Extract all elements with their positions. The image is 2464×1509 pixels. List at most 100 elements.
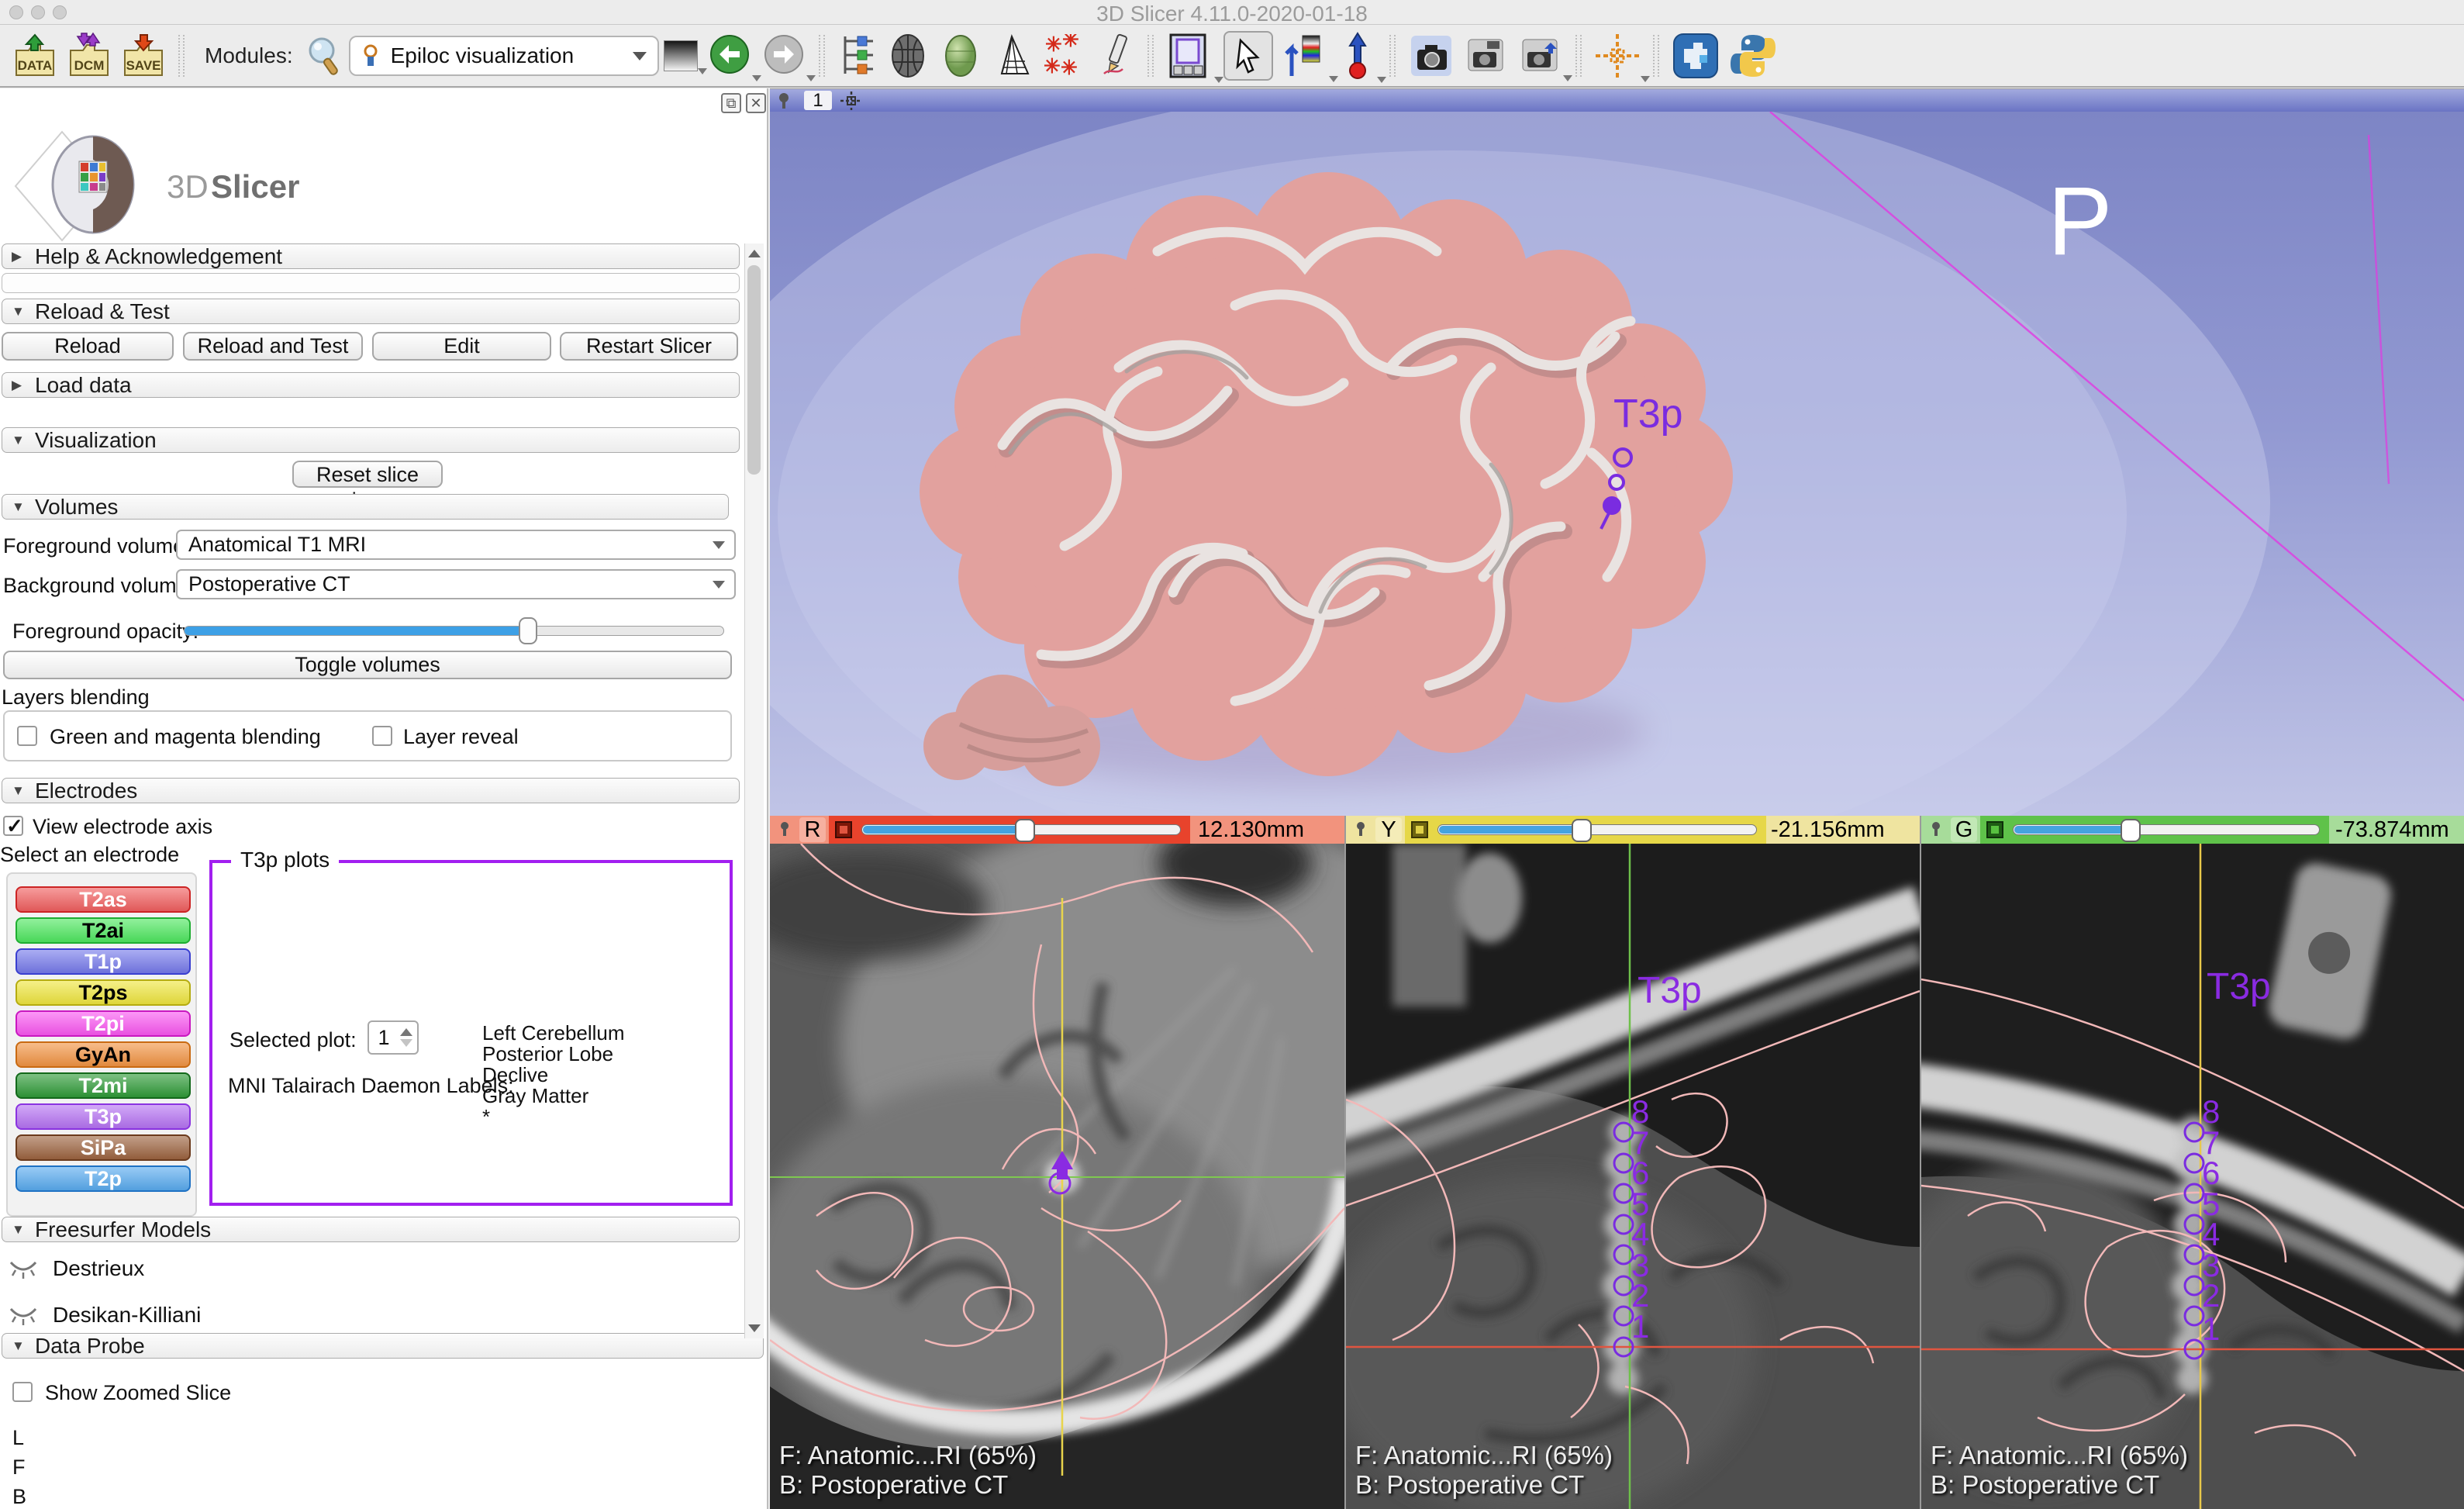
selected-plot-spinbox[interactable]: 1 [368, 1020, 419, 1055]
scroll-up-icon[interactable] [748, 250, 761, 257]
slider-handle[interactable] [2121, 819, 2141, 842]
yellow-slice-slider[interactable] [1437, 824, 1757, 835]
foreground-layer-text: F: Anatomic...RI (65%) [1355, 1441, 1613, 1470]
show-zoomed-slice-checkbox[interactable] [12, 1382, 33, 1402]
electrode-button-t2ai[interactable]: T2ai [16, 917, 191, 944]
close-panel-icon[interactable]: ✕ [746, 93, 766, 113]
annotation-pencil-icon[interactable] [1093, 33, 1135, 78]
transforms-icon[interactable] [1338, 32, 1377, 80]
slice-model-icon[interactable] [833, 820, 854, 840]
edit-button[interactable]: Edit [372, 332, 551, 361]
section-data-probe[interactable]: ▼Data Probe [2, 1333, 764, 1359]
background-volume-selector[interactable]: Postoperative CT [176, 569, 736, 599]
yellow-slice-letter[interactable]: Y [1375, 817, 1402, 842]
electrode-button-gyan[interactable]: GyAn [16, 1041, 191, 1068]
green-slice-slider[interactable] [2013, 824, 2320, 835]
pin-icon[interactable] [776, 820, 796, 840]
green-magenta-checkbox[interactable] [17, 726, 37, 746]
electrode-button-t2p[interactable]: T2p [16, 1165, 191, 1192]
view3d-viewport[interactable]: T3p P [770, 112, 2464, 816]
python-console-icon[interactable] [1729, 32, 1777, 80]
scene-view-restore-icon[interactable] [1518, 33, 1563, 78]
freesurfer-model-name: Destrieux [53, 1256, 144, 1281]
slice-model-icon[interactable] [1985, 820, 2005, 840]
scrollbar-thumb[interactable] [747, 265, 761, 475]
section-visualization[interactable]: ▼Visualization [2, 427, 740, 453]
section-electrodes[interactable]: ▼Electrodes [2, 778, 740, 803]
electrode-button-t1p[interactable]: T1p [16, 948, 191, 975]
pyramid-grid-icon[interactable] [991, 33, 1033, 78]
electrode-button-t2ps[interactable]: T2ps [16, 979, 191, 1006]
scene-view-icon[interactable] [1464, 33, 1509, 78]
electrode-button-t2as[interactable]: T2as [16, 886, 191, 913]
section-freesurfer[interactable]: ▼Freesurfer Models [2, 1217, 740, 1242]
section-help[interactable]: ▶Help & Acknowledgement [2, 243, 740, 269]
green-slice-letter[interactable]: G [1951, 817, 1977, 842]
module-selector[interactable]: Epiloc visualization [349, 36, 659, 76]
section-load-data-label: Load data [35, 373, 132, 397]
slider-handle[interactable] [1015, 819, 1035, 842]
markups-icon[interactable]: ✳✳✳✳ [1042, 34, 1084, 78]
view-electrode-axis-label: View electrode axis [33, 815, 212, 839]
module-search-icon[interactable] [305, 35, 344, 77]
spin-down-icon[interactable] [400, 1039, 412, 1047]
pin-icon[interactable] [775, 91, 798, 111]
layer-reveal-checkbox[interactable] [372, 726, 392, 746]
freesurfer-model-row[interactable]: Desikan-Killiani [8, 1303, 201, 1328]
layer-reveal-label: Layer reveal [403, 725, 519, 749]
section-load-data[interactable]: ▶Load data [2, 372, 740, 398]
section-volumes[interactable]: ▼Volumes [2, 494, 729, 520]
forward-button[interactable] [761, 33, 806, 78]
slider-handle[interactable] [519, 617, 537, 644]
screenshot-icon[interactable] [1408, 33, 1455, 79]
load-data-button[interactable]: DATA [12, 32, 57, 80]
yellow-slice-view[interactable]: 8 7 6 5 4 3 2 1 T3p F: Anatomic...RI (65… [1346, 844, 1920, 1509]
pin-icon[interactable] [1927, 820, 1948, 840]
view3d-tab[interactable]: 1 [804, 91, 832, 110]
volume-rendering-icon[interactable] [885, 33, 930, 79]
view-area: 1 [770, 88, 2464, 1509]
electrode-button-t2pi[interactable]: T2pi [16, 1010, 191, 1037]
save-button[interactable]: SAVE [121, 32, 166, 80]
foreground-volume-selector[interactable]: Anatomical T1 MRI [176, 530, 736, 560]
slice-model-icon[interactable] [1410, 820, 1430, 840]
foreground-opacity-slider[interactable] [184, 626, 724, 636]
view-crosshair-icon[interactable] [838, 90, 864, 112]
reload-and-test-button[interactable]: Reload and Test [183, 332, 363, 361]
electrode-button-t3p[interactable]: T3p [16, 1103, 191, 1130]
reload-button[interactable]: Reload [2, 332, 174, 361]
electrode-button-sipa[interactable]: SiPa [16, 1134, 191, 1161]
green-slice-view[interactable]: 8 7 6 5 4 3 2 1 T3p F: Anatomic...RI (65… [1921, 844, 2464, 1509]
layout-selector-icon[interactable] [1166, 32, 1214, 80]
colors-icon[interactable] [1282, 33, 1329, 79]
red-slice-slider[interactable] [861, 824, 1181, 835]
back-button[interactable] [707, 33, 752, 78]
restart-slicer-button[interactable]: Restart Slicer [560, 332, 738, 361]
crosshair-icon[interactable] [1594, 33, 1641, 79]
segmentation-icon[interactable] [940, 33, 982, 79]
section-reload-test[interactable]: ▼Reload & Test [2, 299, 740, 324]
mni-labels-label: MNI Talairach Daemon Labels: [228, 1074, 514, 1098]
mouse-cursor-icon[interactable] [1223, 31, 1273, 81]
svg-text:✳: ✳ [1062, 34, 1079, 51]
section-volumes-label: Volumes [35, 495, 118, 519]
electrode-button-t2mi[interactable]: T2mi [16, 1072, 191, 1099]
slider-handle[interactable] [1572, 819, 1592, 842]
visibility-off-icon[interactable] [8, 1256, 39, 1281]
history-palette-icon[interactable] [664, 40, 698, 71]
view-electrode-axis-checkbox[interactable] [3, 816, 23, 836]
pin-icon[interactable] [1352, 820, 1372, 840]
red-slice-view[interactable]: F: Anatomic...RI (65%) B: Postoperative … [770, 844, 1344, 1509]
toggle-volumes-button[interactable]: Toggle volumes [3, 651, 732, 679]
extensions-manager-icon[interactable] [1672, 32, 1720, 80]
scroll-down-icon[interactable] [748, 1324, 761, 1332]
subject-hierarchy-icon[interactable] [837, 33, 876, 78]
undock-panel-icon[interactable]: ⧉ [721, 93, 741, 113]
dicom-button[interactable]: DCM [67, 32, 112, 80]
reset-slice-views-button[interactable]: Reset slice views [292, 461, 443, 488]
freesurfer-model-row[interactable]: Destrieux [8, 1256, 144, 1281]
panel-scrollbar[interactable] [744, 243, 764, 1338]
red-slice-letter[interactable]: R [799, 817, 826, 842]
visibility-off-icon[interactable] [8, 1303, 39, 1328]
spin-up-icon[interactable] [400, 1028, 412, 1036]
